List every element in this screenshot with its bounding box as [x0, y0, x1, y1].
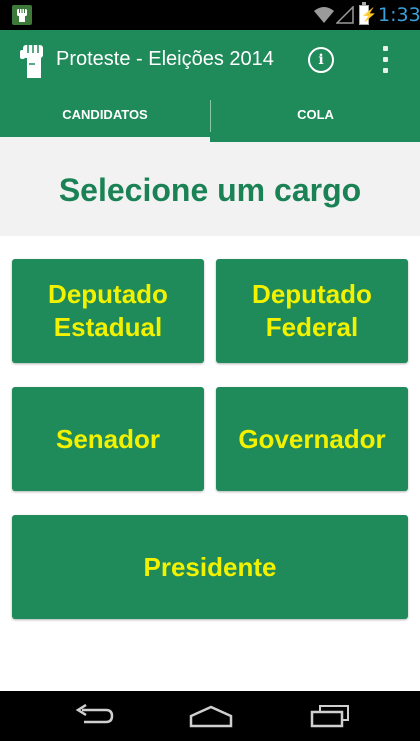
- raised-fist-icon: [20, 45, 43, 78]
- app-bar: Proteste - Eleições 2014 i: [0, 30, 420, 90]
- senador-button[interactable]: Senador: [12, 387, 204, 491]
- status-bar: ⚡ 1:33: [0, 0, 420, 30]
- button-label-line2: Federal: [265, 312, 359, 342]
- notification-fist-icon: [12, 5, 32, 25]
- recent-apps-icon[interactable]: [308, 704, 352, 728]
- button-label-line1: Deputado: [252, 279, 372, 309]
- button-label: Governador: [238, 423, 386, 454]
- tab-candidatos[interactable]: CANDIDATOS: [0, 90, 210, 142]
- back-icon[interactable]: [74, 704, 116, 728]
- tab-cola[interactable]: COLA: [211, 90, 420, 142]
- page-title: Selecione um cargo: [58, 172, 362, 208]
- wifi-icon: [314, 7, 334, 23]
- overflow-menu-icon[interactable]: [383, 46, 389, 74]
- deputado-federal-button[interactable]: Deputado Federal: [216, 259, 408, 363]
- deputado-estadual-button[interactable]: Deputado Estadual: [12, 259, 204, 363]
- page-header: Selecione um cargo: [0, 142, 420, 236]
- button-label-line1: Deputado: [48, 279, 168, 309]
- signal-icon: [336, 6, 354, 24]
- button-label: Deputado Estadual: [48, 278, 168, 344]
- home-icon[interactable]: [188, 704, 234, 728]
- battery-charging-icon: ⚡: [359, 2, 377, 25]
- status-clock: 1:33: [378, 4, 420, 26]
- button-label: Presidente: [143, 551, 277, 582]
- app-title: Proteste - Eleições 2014: [56, 48, 274, 70]
- button-label: Deputado Federal: [252, 278, 372, 344]
- button-label-line2: Estadual: [53, 312, 163, 342]
- tab-divider: [210, 100, 211, 132]
- navigation-bar: [0, 691, 420, 741]
- presidente-button[interactable]: Presidente: [12, 515, 408, 619]
- button-label: Senador: [55, 423, 161, 454]
- governador-button[interactable]: Governador: [216, 387, 408, 491]
- info-icon[interactable]: i: [308, 47, 334, 73]
